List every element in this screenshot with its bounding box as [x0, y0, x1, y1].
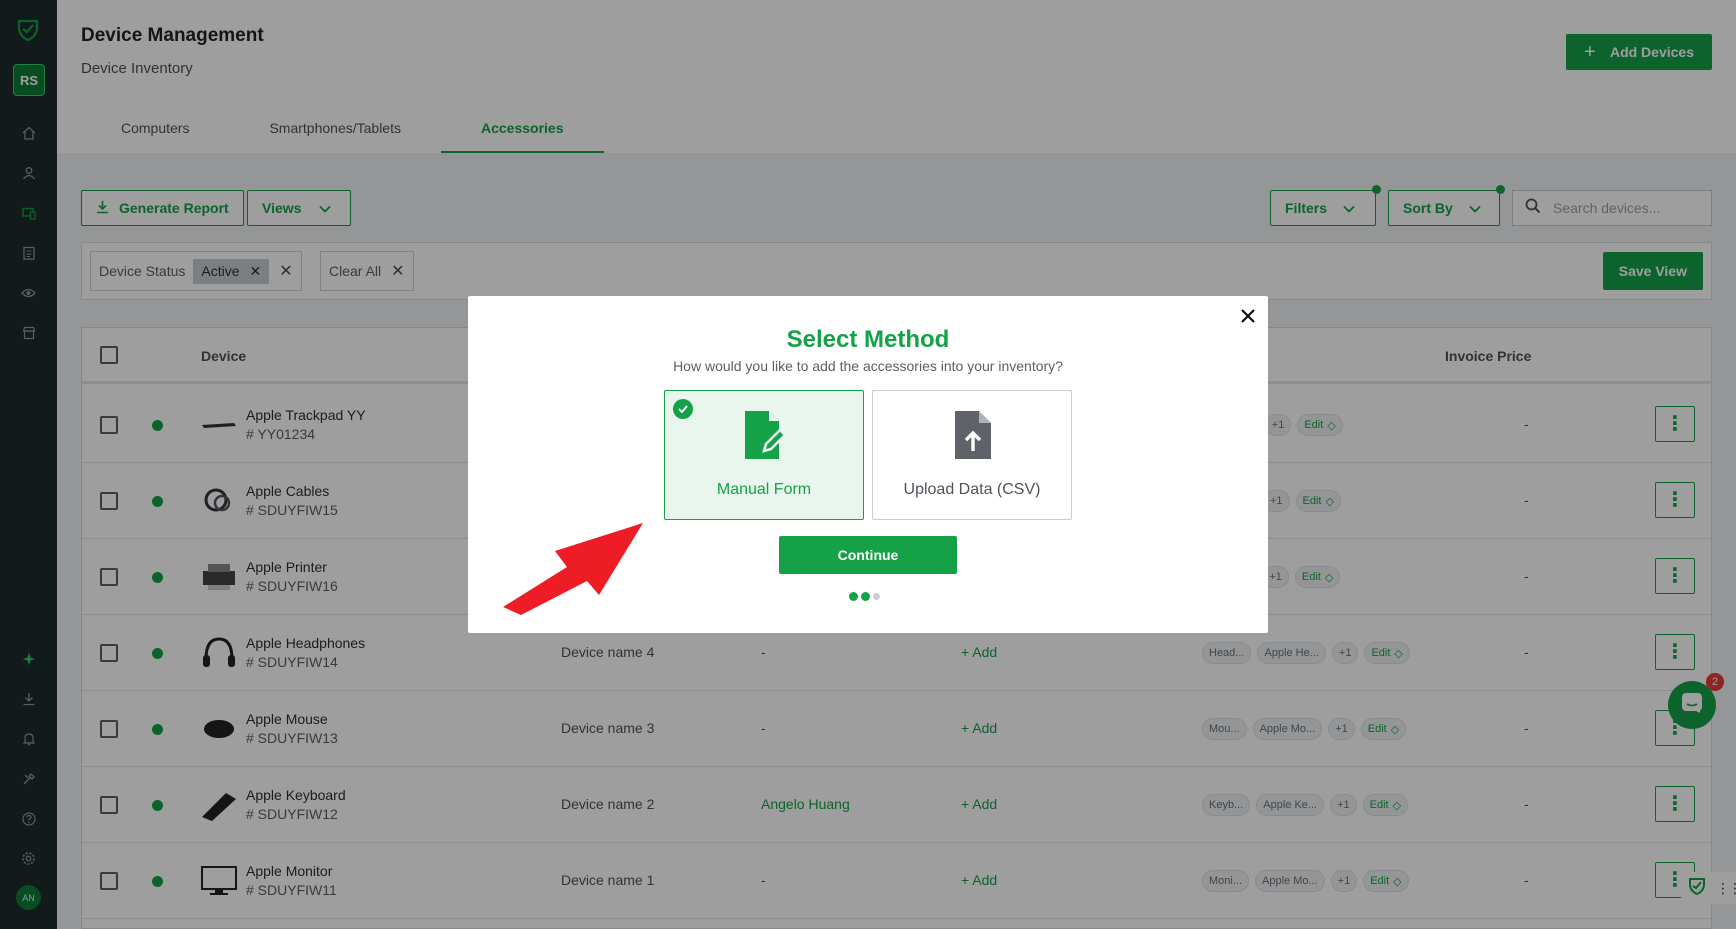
upload-csv-option[interactable]: Upload Data (CSV) [872, 390, 1072, 520]
check-icon [673, 399, 693, 419]
file-edit-icon [745, 411, 787, 459]
modal-title: Select Method [786, 326, 950, 353]
upload-csv-label: Upload Data (CSV) [903, 481, 1041, 498]
step-indicator [849, 592, 880, 601]
step-dot-1 [849, 592, 858, 601]
close-icon[interactable] [1236, 304, 1260, 328]
modal-subtitle: How would you like to add the accessorie… [673, 358, 1063, 374]
continue-button[interactable]: Continue [779, 536, 957, 574]
manual-form-option[interactable]: Manual Form [664, 390, 864, 520]
annotation-arrow-icon [503, 523, 643, 615]
step-dot-3 [873, 593, 880, 600]
file-upload-icon [953, 411, 993, 459]
manual-form-label: Manual Form [716, 481, 812, 498]
step-dot-2 [861, 592, 870, 601]
